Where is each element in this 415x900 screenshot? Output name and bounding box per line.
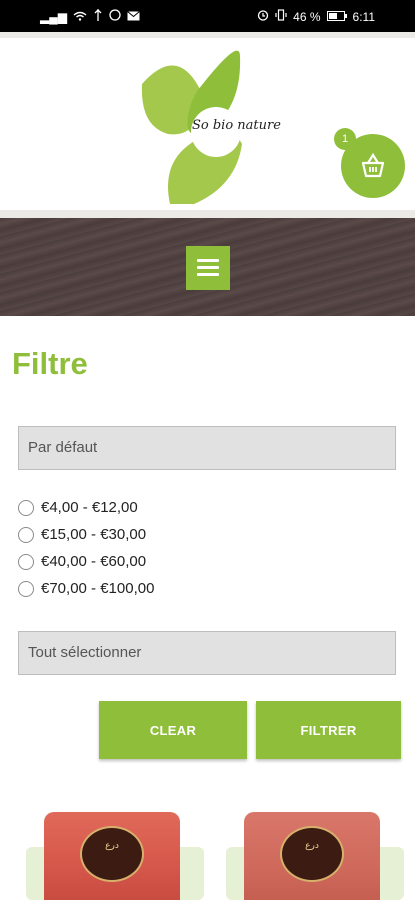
menu-button[interactable] [186, 246, 230, 290]
product-image[interactable]: درع [244, 812, 380, 900]
radio-button[interactable] [18, 580, 34, 597]
filter-button[interactable]: FILTRER [256, 701, 401, 759]
battery-percent: 46 % [293, 9, 321, 24]
messenger-icon [109, 9, 121, 24]
vibrate-icon [275, 9, 287, 24]
status-right: 46 % 6:11 [257, 9, 375, 24]
basket-icon [361, 152, 385, 178]
category-select[interactable]: Tout sélectionner [18, 631, 396, 675]
product-label: درع [280, 826, 344, 882]
radio-button[interactable] [18, 553, 34, 570]
usb-icon [93, 9, 103, 24]
product-label: درع [80, 826, 144, 882]
price-option-label: €4,00 - €12,00 [41, 499, 138, 516]
clock-time: 6:11 [352, 9, 375, 24]
clear-button[interactable]: CLEAR [99, 701, 247, 759]
mail-icon [127, 10, 140, 24]
price-option[interactable]: €40,00 - €60,00 [18, 553, 146, 570]
sort-select[interactable]: Par défaut [18, 426, 396, 470]
price-option-label: €70,00 - €100,00 [41, 580, 155, 597]
site-logo[interactable]: So bio nature [140, 46, 300, 206]
signal-icon: ▂▄▆ [40, 9, 67, 24]
radio-button[interactable] [18, 526, 34, 543]
site-header: So bio nature 1 [0, 38, 415, 216]
status-bar: ▂▄▆ 46 % 6:11 [0, 0, 415, 32]
product-image[interactable]: درع [44, 812, 180, 900]
price-option[interactable]: €4,00 - €12,00 [18, 499, 138, 516]
price-option[interactable]: €15,00 - €30,00 [18, 526, 146, 543]
price-option-label: €40,00 - €60,00 [41, 553, 147, 570]
radio-button[interactable] [18, 499, 34, 516]
price-option-label: €15,00 - €30,00 [41, 526, 147, 543]
status-left: ▂▄▆ [40, 9, 140, 24]
logo-wordmark: So bio nature [192, 118, 281, 133]
cart-button[interactable] [341, 134, 405, 198]
price-option[interactable]: €70,00 - €100,00 [18, 580, 154, 597]
alarm-icon [257, 9, 269, 24]
header-divider [0, 210, 415, 218]
hamburger-icon [197, 259, 219, 262]
battery-icon [326, 10, 347, 24]
filter-title: Filtre [12, 346, 88, 381]
wifi-icon [73, 10, 87, 24]
